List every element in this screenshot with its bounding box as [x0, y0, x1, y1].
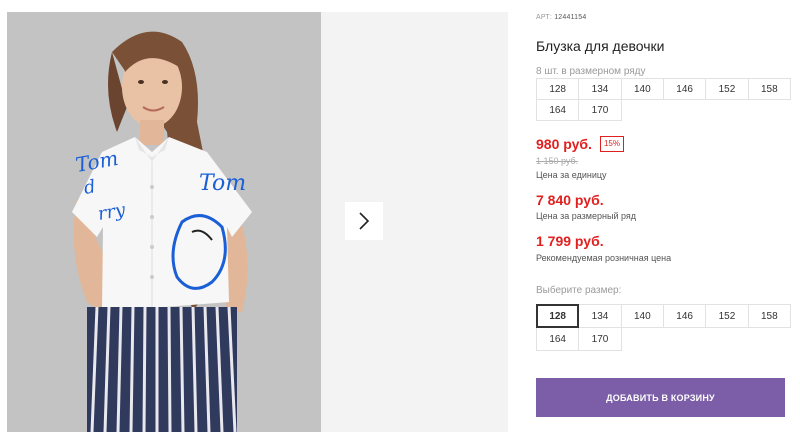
series-price: 7 840 руб.	[536, 192, 604, 208]
series-size-cell: 152	[705, 78, 749, 100]
product-photo[interactable]: Tom d rry Tom	[7, 12, 321, 432]
size-option[interactable]: 158	[747, 304, 791, 328]
series-size-cell: 140	[620, 78, 664, 100]
article-label: АРТ:	[536, 14, 553, 21]
product-title: Блузка для девочки	[536, 38, 665, 54]
size-option[interactable]: 146	[662, 304, 707, 328]
size-option[interactable]: 140	[620, 304, 664, 328]
series-size-cell: 170	[578, 99, 622, 121]
series-size-cell: 158	[747, 78, 791, 100]
price-row: 980 руб. 15%	[536, 136, 624, 152]
unit-price-note: Цена за единицу	[536, 170, 607, 180]
recommended-retail-price: 1 799 руб.	[536, 233, 604, 249]
recommended-retail-price-note: Рекомендуемая розничная цена	[536, 253, 672, 263]
size-option-selected[interactable]: 128	[536, 304, 580, 328]
product-gallery: Tom d rry Tom	[0, 0, 508, 434]
chevron-right-icon	[359, 212, 370, 230]
product-info: АРТ: 12441154 Блузка для девочки 8 шт. в…	[536, 0, 794, 434]
size-option[interactable]: 152	[705, 304, 749, 328]
choose-size-label: Выберите размер:	[536, 285, 622, 296]
next-image-button[interactable]	[345, 202, 383, 240]
unit-price: 980 руб.	[536, 136, 592, 152]
size-option[interactable]: 164	[536, 327, 580, 351]
series-size-cell: 146	[662, 78, 707, 100]
series-size-cell: 128	[536, 78, 580, 100]
add-to-cart-button[interactable]: ДОБАВИТЬ В КОРЗИНУ	[536, 378, 785, 417]
size-option[interactable]: 170	[578, 327, 622, 351]
article-value: 12441154	[554, 14, 587, 21]
old-price: 1 150 руб.	[536, 156, 579, 166]
article-number: АРТ: 12441154	[536, 14, 586, 21]
series-count-label: 8 шт. в размерном ряду	[536, 66, 646, 77]
series-size-cell: 164	[536, 99, 580, 121]
svg-text:Tom: Tom	[199, 171, 246, 196]
product-photo-illustration: Tom d rry Tom	[7, 12, 321, 432]
size-option[interactable]: 134	[578, 304, 622, 328]
size-selector: 128 134 140 146 152 158 164 170	[536, 304, 791, 351]
discount-badge: 15%	[599, 136, 624, 152]
series-size-list: 128 134 140 146 152 158 164 170	[536, 78, 791, 121]
series-price-note: Цена за размерный ряд	[536, 211, 637, 221]
series-size-cell: 134	[578, 78, 622, 100]
